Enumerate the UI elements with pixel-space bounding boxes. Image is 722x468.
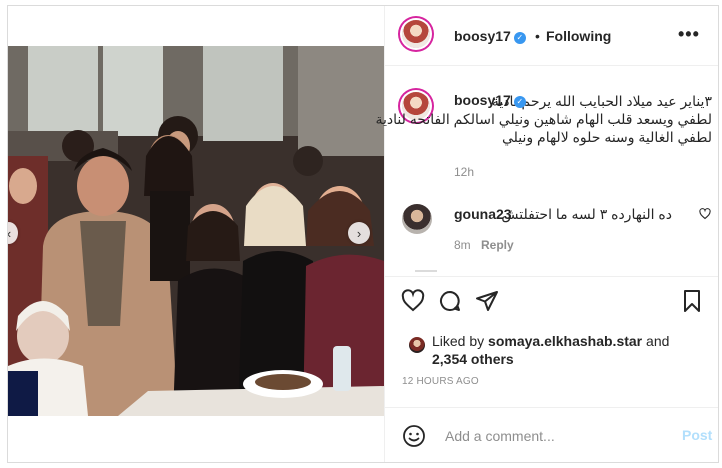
more-comments-indicator — [415, 270, 437, 272]
comment-bar: Post — [385, 407, 718, 462]
likes-summary: Liked by somaya.elkhashab.star and 2,354… — [432, 332, 669, 368]
more-options-icon[interactable]: ••• — [678, 24, 700, 45]
post-timestamp[interactable]: 12 HOURS AGO — [402, 376, 479, 387]
likes-and: and — [646, 333, 670, 349]
photo-illustration — [8, 46, 384, 416]
caption-timestamp[interactable]: 12h — [454, 165, 474, 179]
caption-username[interactable]: boosy17 — [454, 92, 511, 108]
caption-line-2: لطفي ويسعد قلب الهام شاهين ونيلي اسالكم … — [375, 111, 712, 127]
header-username[interactable]: boosy17 — [454, 28, 511, 44]
comment-bubble-icon[interactable] — [438, 289, 462, 313]
paper-plane-icon[interactable] — [475, 289, 499, 313]
liked-by-username[interactable]: somaya.elkhashab.star — [488, 333, 642, 349]
caption-line-3: لطفي الغالية وسنه حلوه لالهام ونيلي — [501, 129, 712, 145]
bookmark-icon[interactable] — [680, 289, 704, 313]
header-username-group[interactable]: boosy17 ✓ — [454, 28, 526, 46]
post-comment-button[interactable]: Post — [682, 427, 712, 443]
smiley-icon[interactable] — [402, 424, 426, 448]
verified-badge-icon: ✓ — [513, 31, 526, 44]
verified-badge-icon: ✓ — [513, 95, 526, 108]
next-photo-button[interactable]: › — [348, 222, 370, 244]
post-header: boosy17 ✓ • Following ••• — [385, 6, 718, 66]
comment-avatar[interactable] — [402, 204, 432, 234]
comment-like-heart-icon[interactable] — [699, 208, 711, 223]
likes-prefix: Liked by — [432, 333, 485, 349]
comment-input[interactable] — [443, 422, 667, 450]
likes-count[interactable]: 2,354 others — [432, 351, 514, 367]
following-button[interactable]: Following — [546, 28, 611, 44]
post-photo[interactable]: ‹ › — [8, 46, 384, 416]
liked-by-avatar[interactable] — [409, 337, 425, 353]
post-side-panel: boosy17 ✓ • Following ••• ٣يناير عيد ميلا… — [375, 6, 718, 462]
comment-timestamp[interactable]: 8m — [454, 238, 471, 252]
post-dialog: ‹ › boosy17✓ • Following ••• ٣يناير عيد … — [7, 5, 719, 463]
header-separator: • — [535, 28, 540, 44]
heart-icon[interactable] — [401, 289, 425, 313]
header-avatar[interactable] — [402, 20, 430, 48]
comment-text: ده النهارده ٣ لسه ما احتفلتش — [501, 206, 672, 222]
comment-reply-button[interactable]: Reply — [481, 238, 514, 252]
caption-username-group[interactable]: boosy17 ✓ — [454, 92, 526, 110]
